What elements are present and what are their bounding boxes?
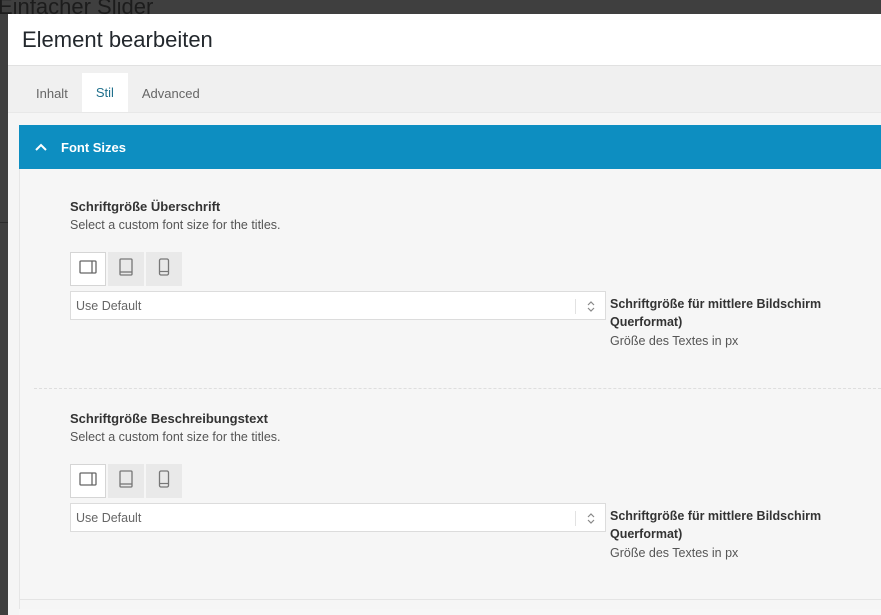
tab-bar: Inhalt Stil Advanced bbox=[8, 66, 881, 113]
select-separator bbox=[575, 511, 576, 526]
chevron-up-icon bbox=[35, 140, 49, 154]
mobile-icon bbox=[158, 257, 170, 281]
select-arrows-icon bbox=[586, 511, 596, 526]
tablet-device-button[interactable] bbox=[108, 464, 144, 498]
tab-stil[interactable]: Stil bbox=[81, 73, 128, 112]
font-sizes-section-header[interactable]: Font Sizes bbox=[19, 125, 881, 169]
section-title: Font Sizes bbox=[61, 139, 127, 155]
device-switcher bbox=[70, 464, 881, 498]
side-option-label: Schriftgröße für mittlere Bildschirm bbox=[610, 509, 822, 523]
option-divider bbox=[34, 388, 881, 389]
mobile-icon bbox=[158, 469, 170, 493]
option-description: Select a custom font size for the titles… bbox=[70, 218, 281, 232]
select-separator bbox=[575, 299, 576, 314]
option-description: Select a custom font size for the titles… bbox=[70, 430, 281, 444]
tablet-landscape-option-2: Schriftgröße für mittlere Bildschirm Que… bbox=[610, 507, 881, 560]
edit-element-modal: Element bearbeiten Inhalt Stil Advanced … bbox=[8, 14, 881, 615]
side-option-description: Größe des Textes in px bbox=[610, 546, 739, 560]
modal-header: Element bearbeiten bbox=[8, 14, 881, 66]
section-body: Schriftgröße Überschrift Select a custom… bbox=[19, 169, 881, 609]
tab-inhalt[interactable]: Inhalt bbox=[22, 74, 82, 112]
side-option-label: Schriftgröße für mittlere Bildschirm bbox=[610, 297, 822, 311]
desktop-icon bbox=[79, 259, 97, 279]
desktop-icon bbox=[79, 471, 97, 491]
desktop-device-button[interactable] bbox=[70, 252, 106, 286]
section-bottom-border bbox=[20, 599, 881, 600]
modal-title: Element bearbeiten bbox=[22, 26, 213, 52]
tablet-icon bbox=[119, 469, 133, 493]
select-value: Use Default bbox=[76, 298, 142, 313]
font-size-select[interactable]: Use Default bbox=[70, 291, 606, 320]
select-value: Use Default bbox=[76, 510, 142, 525]
background-divider bbox=[0, 222, 8, 223]
settings-panel: Font Sizes Schriftgröße Überschrift Sele… bbox=[19, 125, 881, 615]
desktop-device-button[interactable] bbox=[70, 464, 106, 498]
tab-advanced[interactable]: Advanced bbox=[128, 74, 214, 112]
device-switcher bbox=[70, 252, 881, 286]
option-label: Schriftgröße Beschreibungstext bbox=[70, 411, 268, 426]
select-arrows-icon bbox=[586, 299, 596, 314]
side-option-label-cont: Querformat) bbox=[610, 315, 683, 329]
font-size-select[interactable]: Use Default bbox=[70, 503, 606, 532]
tablet-icon bbox=[119, 257, 133, 281]
side-option-description: Größe des Textes in px bbox=[610, 334, 739, 348]
mobile-device-button[interactable] bbox=[146, 252, 182, 286]
option-label: Schriftgröße Überschrift bbox=[70, 199, 221, 214]
side-option-label-cont: Querformat) bbox=[610, 527, 683, 541]
tablet-device-button[interactable] bbox=[108, 252, 144, 286]
tablet-landscape-option-1: Schriftgröße für mittlere Bildschirm Que… bbox=[610, 295, 881, 348]
mobile-device-button[interactable] bbox=[146, 464, 182, 498]
